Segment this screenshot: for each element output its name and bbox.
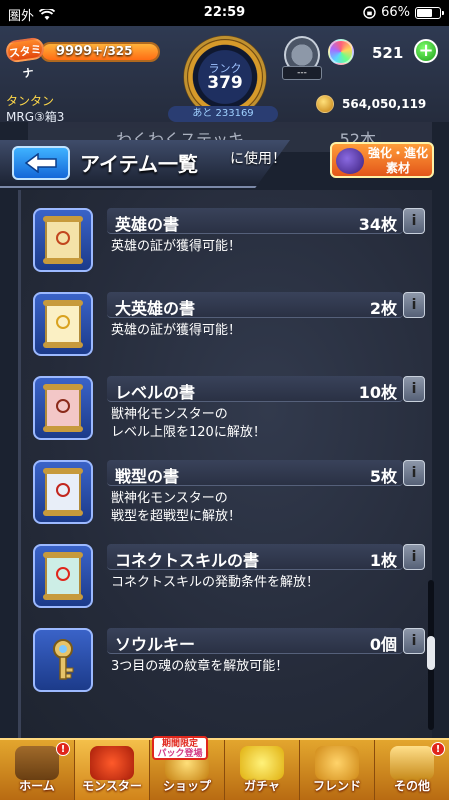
monster-icon xyxy=(336,148,364,174)
notification-badge: ! xyxy=(431,742,445,756)
info-button[interactable]: i xyxy=(403,208,425,234)
list-item[interactable]: 大英雄の書 2枚 i 英雄の証が獲得可能！ xyxy=(31,292,427,366)
item-count: 34枚 xyxy=(358,215,397,234)
info-button[interactable]: i xyxy=(403,376,425,402)
item-name: ソウルキー xyxy=(115,635,196,654)
coin-count: 564,050,119 xyxy=(342,97,427,111)
item-count: 10枚 xyxy=(358,383,397,402)
item-name: 戦型の書 xyxy=(115,467,180,486)
nav-label: ホーム xyxy=(19,779,55,793)
list-item[interactable]: 戦型の書 5枚 i 獣神化モンスターの 戦型を超戦型に解放！ xyxy=(31,460,427,534)
gacha-icon xyxy=(240,746,284,780)
evolve-material-button[interactable]: 強化・進化素材 xyxy=(330,142,434,178)
notification-badge: ! xyxy=(56,742,70,756)
item-name-bar: コネクトスキルの書 1枚 xyxy=(107,544,403,570)
back-button[interactable] xyxy=(12,146,70,180)
nav-label: フレンド xyxy=(312,779,361,793)
rank-value: 379 xyxy=(207,73,243,93)
info-button[interactable]: i xyxy=(403,292,425,318)
add-orb-button[interactable]: + xyxy=(414,39,438,63)
key-icon xyxy=(53,639,74,680)
nav-label: ガチャ xyxy=(244,779,280,793)
great-hero-book-icon xyxy=(33,292,93,356)
nav-label: その他 xyxy=(393,779,430,793)
level-book-icon xyxy=(33,376,93,440)
friend-icon xyxy=(315,746,359,780)
item-description: 3つ目の魂の紋章を解放可能！ xyxy=(111,659,289,674)
evolve-material-label: 強化・進化素材 xyxy=(368,146,429,175)
bottom-nav: ! ホーム モンスター ショップ ガチャ フレンド ! その他 xyxy=(0,738,449,800)
coin-icon xyxy=(316,95,334,113)
nav-gacha[interactable]: ガチャ xyxy=(225,740,300,800)
list-item[interactable]: コネクトスキルの書 1枚 i コネクトスキルの発動条件を解放！ xyxy=(31,544,427,618)
stamina-label: スタミナ xyxy=(4,36,46,80)
nav-monster[interactable]: モンスター xyxy=(75,740,150,800)
list-item[interactable]: 英雄の書 34枚 i 英雄の証が獲得可能！ xyxy=(31,208,427,282)
info-button[interactable]: i xyxy=(403,460,425,486)
item-name-bar: ソウルキー 0個 xyxy=(107,628,403,654)
item-list: 英雄の書 34枚 i 英雄の証が獲得可能！ 大英雄の書 2枚 i 英雄の証が獲得… xyxy=(18,190,432,738)
list-item[interactable]: レベルの書 10枚 i 獣神化モンスターの レベル上限を120に解放！ xyxy=(31,376,427,450)
item-name-bar: 大英雄の書 2枚 xyxy=(107,292,403,318)
scrollbar-thumb[interactable] xyxy=(427,636,435,670)
item-description: 獣神化モンスターの 戦型を超戦型に解放！ xyxy=(111,491,242,524)
item-count: 1枚 xyxy=(369,551,397,570)
info-button[interactable]: i xyxy=(403,544,425,570)
item-name: コネクトスキルの書 xyxy=(115,551,260,570)
soul-key-icon xyxy=(33,628,93,692)
home-icon xyxy=(15,746,59,780)
back-arrow-icon xyxy=(24,153,57,173)
item-name-bar: 英雄の書 34枚 xyxy=(107,208,403,234)
orb-icon xyxy=(328,39,354,65)
item-description: コネクトスキルの発動条件を解放！ xyxy=(111,575,320,590)
item-name: 大英雄の書 xyxy=(115,299,196,318)
item-description: 英雄の証が獲得可能！ xyxy=(111,323,242,338)
stamina-value: 9999+/325 xyxy=(56,44,133,59)
limited-pack-badge: 期間限定 パック登場 xyxy=(152,736,208,760)
page-title: アイテム一覧 xyxy=(80,152,198,176)
info-button[interactable]: i xyxy=(403,628,425,654)
item-count: 5枚 xyxy=(369,467,397,486)
orb-count: 521 xyxy=(372,44,404,62)
nav-friend[interactable]: フレンド xyxy=(300,740,375,800)
nav-home[interactable]: ! ホーム xyxy=(0,740,75,800)
hero-book-icon xyxy=(33,208,93,272)
battery-percent: 66% xyxy=(381,5,410,20)
header-note: に使用！ xyxy=(230,151,286,167)
item-name: 英雄の書 xyxy=(115,215,180,234)
item-description: 英雄の証が獲得可能！ xyxy=(111,239,242,254)
item-count: 0個 xyxy=(369,635,397,654)
nav-label: ショップ xyxy=(162,779,211,793)
nav-other[interactable]: ! その他 xyxy=(375,740,449,800)
status-bar: 圏外 22:59 66% xyxy=(0,0,449,26)
list-item[interactable]: ソウルキー 0個 i 3つ目の魂の紋章を解放可能！ xyxy=(31,628,427,702)
exp-remaining: あと 233169 xyxy=(168,106,278,122)
top-hud: スタミナ 9999+/325 ランク 379 --- 521 + タンタン MR… xyxy=(0,26,449,124)
item-name-bar: 戦型の書 5枚 xyxy=(107,460,403,486)
item-description: 獣神化モンスターの レベル上限を120に解放！ xyxy=(111,407,266,440)
battle-type-book-icon xyxy=(33,460,93,524)
ticket-count: --- xyxy=(282,66,322,80)
orientation-lock-icon xyxy=(363,6,376,19)
player-name: タンタン xyxy=(6,94,55,108)
item-name: レベルの書 xyxy=(115,383,196,402)
monster-icon xyxy=(90,746,134,780)
nav-label: モンスター xyxy=(82,779,142,793)
question-icon xyxy=(390,746,434,780)
item-count: 2枚 xyxy=(369,299,397,318)
item-name-bar: レベルの書 10枚 xyxy=(107,376,403,402)
battery-icon xyxy=(415,6,444,19)
connect-skill-book-icon xyxy=(33,544,93,608)
